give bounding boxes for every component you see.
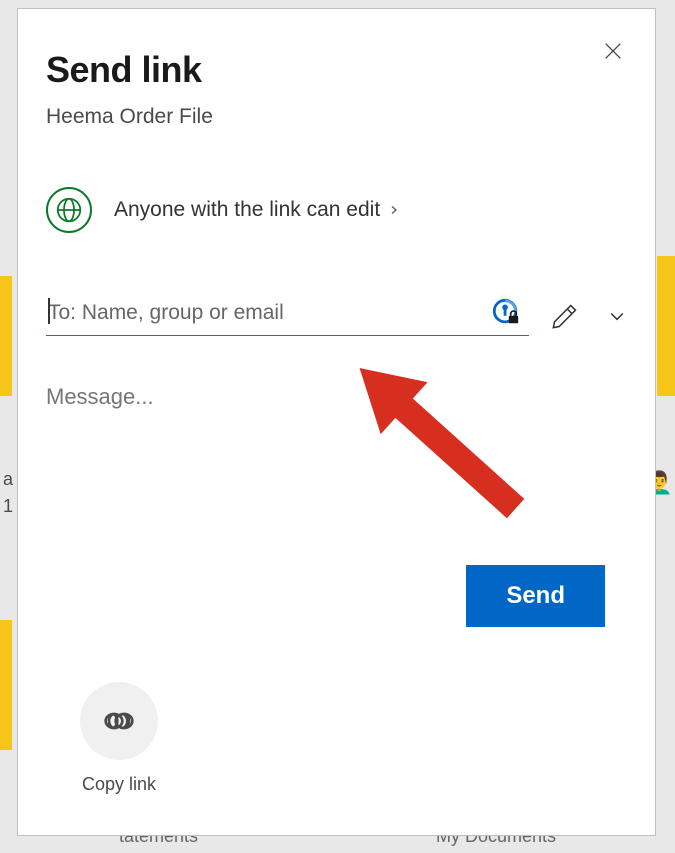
bg-folder-tile — [0, 276, 12, 396]
dialog-header: Send link Heema Order File — [46, 49, 627, 129]
authenticator-lock-icon — [491, 297, 521, 332]
bg-folder-tile — [0, 620, 12, 750]
recipient-input[interactable] — [46, 295, 529, 336]
link-permission-button[interactable]: Anyone with the link can edit — [46, 187, 627, 233]
link-icon — [99, 701, 139, 741]
bg-folder-tile — [657, 256, 675, 396]
close-icon — [602, 40, 624, 62]
pencil-icon — [551, 302, 579, 330]
dialog-subtitle: Heema Order File — [46, 105, 627, 129]
bg-left-text: a 1 — [3, 466, 13, 520]
edit-permission-button[interactable] — [551, 302, 579, 330]
chevron-down-icon — [607, 306, 627, 326]
copy-link-label: Copy link — [82, 774, 156, 795]
copy-link-button[interactable] — [80, 682, 158, 760]
chevron-right-icon — [388, 202, 400, 218]
send-link-dialog: Send link Heema Order File Anyone with t… — [17, 8, 656, 836]
bg-1: 1 — [3, 493, 13, 520]
to-field-wrap — [46, 295, 529, 336]
recipient-row — [46, 295, 627, 336]
globe-icon — [46, 187, 92, 233]
copy-link-section: Copy link — [80, 682, 158, 795]
bg-a: a — [3, 466, 13, 493]
close-button[interactable] — [593, 31, 633, 71]
dialog-title: Send link — [46, 49, 627, 91]
permission-dropdown-button[interactable] — [607, 306, 627, 326]
message-input[interactable] — [46, 384, 627, 462]
link-permission-label: Anyone with the link can edit — [114, 198, 380, 222]
link-permission-text: Anyone with the link can edit — [114, 198, 627, 222]
send-button[interactable]: Send — [466, 565, 605, 627]
text-cursor — [48, 298, 50, 324]
